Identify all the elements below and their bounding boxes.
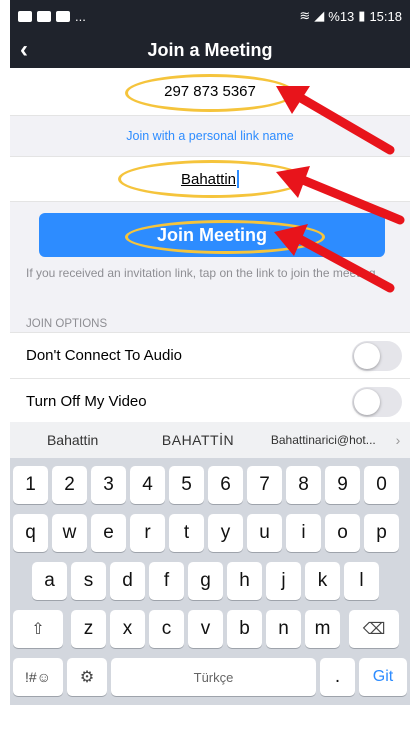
key[interactable]: c	[149, 610, 184, 648]
option-label: Don't Connect To Audio	[26, 347, 183, 364]
keyboard-row-a: a s d f g h j k l	[10, 562, 410, 604]
key[interactable]: p	[364, 514, 399, 552]
go-key[interactable]: Git	[359, 658, 407, 696]
image-icon	[37, 10, 51, 22]
shift-icon[interactable]: ⇧	[13, 610, 63, 648]
gear-icon[interactable]: ⚙	[67, 658, 107, 696]
key[interactable]: g	[188, 562, 223, 600]
video-toggle[interactable]	[352, 387, 402, 417]
key[interactable]: l	[344, 562, 379, 600]
key[interactable]: o	[325, 514, 360, 552]
suggestion-1[interactable]: Bahattin	[10, 432, 135, 448]
key[interactable]: f	[149, 562, 184, 600]
key[interactable]: t	[169, 514, 204, 552]
app-header: ‹ Join a Meeting	[10, 32, 410, 68]
annotation-arrow-join	[274, 224, 395, 293]
chevron-right-icon[interactable]: ›	[386, 432, 410, 448]
toggle-knob	[354, 343, 380, 369]
audio-toggle[interactable]	[352, 341, 402, 371]
key[interactable]: x	[110, 610, 145, 648]
bottom-margin	[0, 705, 410, 733]
status-bar: ... ≋ ◢ %13 ▮ 15:18	[10, 0, 410, 32]
key[interactable]: y	[208, 514, 243, 552]
key[interactable]: d	[110, 562, 145, 600]
keyboard-row-numbers: 1 2 3 4 5 6 7 8 9 0	[10, 466, 410, 508]
suggestion-3[interactable]: Bahattinarici@hot...	[261, 433, 386, 447]
soft-keyboard: Bahattin BAHATTİN Bahattinarici@hot... ›…	[10, 422, 410, 705]
toggle-knob	[354, 389, 380, 415]
notification-icons: ...	[18, 9, 86, 24]
key[interactable]: e	[91, 514, 126, 552]
key[interactable]: 3	[91, 466, 126, 504]
wifi-icon: ≋	[299, 8, 311, 23]
keyboard-row-q: q w e r t y u i o p	[10, 514, 410, 556]
more-notifications: ...	[75, 8, 86, 24]
option-dont-connect-audio: Don't Connect To Audio	[10, 332, 410, 378]
key[interactable]: k	[305, 562, 340, 600]
clock: 15:18	[369, 8, 402, 24]
chevron-left-icon[interactable]: ‹	[20, 37, 46, 63]
key[interactable]: i	[286, 514, 321, 552]
suggestion-bar: Bahattin BAHATTİN Bahattinarici@hot... ›	[10, 422, 410, 458]
key[interactable]: h	[227, 562, 262, 600]
key[interactable]: n	[266, 610, 301, 648]
key[interactable]: 2	[52, 466, 87, 504]
key[interactable]: 7	[247, 466, 282, 504]
join-options-heading: JOIN OPTIONS	[26, 318, 108, 330]
backspace-icon[interactable]: ⌫	[349, 610, 399, 648]
key[interactable]: z	[71, 610, 106, 648]
keyboard-row-bottom: !#☺ ⚙ Türkçe . Git	[10, 658, 410, 700]
battery-percent: %13	[328, 8, 355, 24]
key[interactable]: 8	[286, 466, 321, 504]
key[interactable]: 9	[325, 466, 360, 504]
keyboard-row-z: ⇧ z x c v b n m ⌫	[10, 610, 410, 652]
suggestion-2[interactable]: BAHATTİN	[135, 432, 260, 448]
key[interactable]: r	[130, 514, 165, 552]
symbols-key[interactable]: !#☺	[13, 658, 63, 696]
signal-icon: ◢	[314, 8, 325, 23]
space-key[interactable]: Türkçe	[111, 658, 316, 696]
key[interactable]: a	[32, 562, 67, 600]
key[interactable]: v	[188, 610, 223, 648]
key[interactable]: 5	[169, 466, 204, 504]
key[interactable]: m	[305, 610, 340, 648]
status-right: ≋ ◢ %13 ▮ 15:18	[299, 8, 402, 24]
key[interactable]: u	[247, 514, 282, 552]
key[interactable]: w	[52, 514, 87, 552]
key[interactable]: 6	[208, 466, 243, 504]
battery-icon: ▮	[358, 8, 366, 23]
option-turn-off-video: Turn Off My Video	[10, 378, 410, 424]
key[interactable]: j	[266, 562, 301, 600]
personal-link-name-link[interactable]: Join with a personal link name	[126, 129, 293, 143]
key[interactable]: b	[227, 610, 262, 648]
key[interactable]: 4	[130, 466, 165, 504]
key[interactable]: q	[13, 514, 48, 552]
option-label: Turn Off My Video	[26, 393, 147, 410]
key[interactable]: 1	[13, 466, 48, 504]
left-margin	[0, 0, 10, 733]
page-title: Join a Meeting	[147, 39, 273, 60]
video-icon	[56, 10, 70, 22]
key[interactable]: 0	[364, 466, 399, 504]
key[interactable]: s	[71, 562, 106, 600]
period-key[interactable]: .	[320, 658, 355, 696]
message-icon	[18, 10, 32, 22]
annotation-arrow-meeting-id	[276, 86, 395, 155]
